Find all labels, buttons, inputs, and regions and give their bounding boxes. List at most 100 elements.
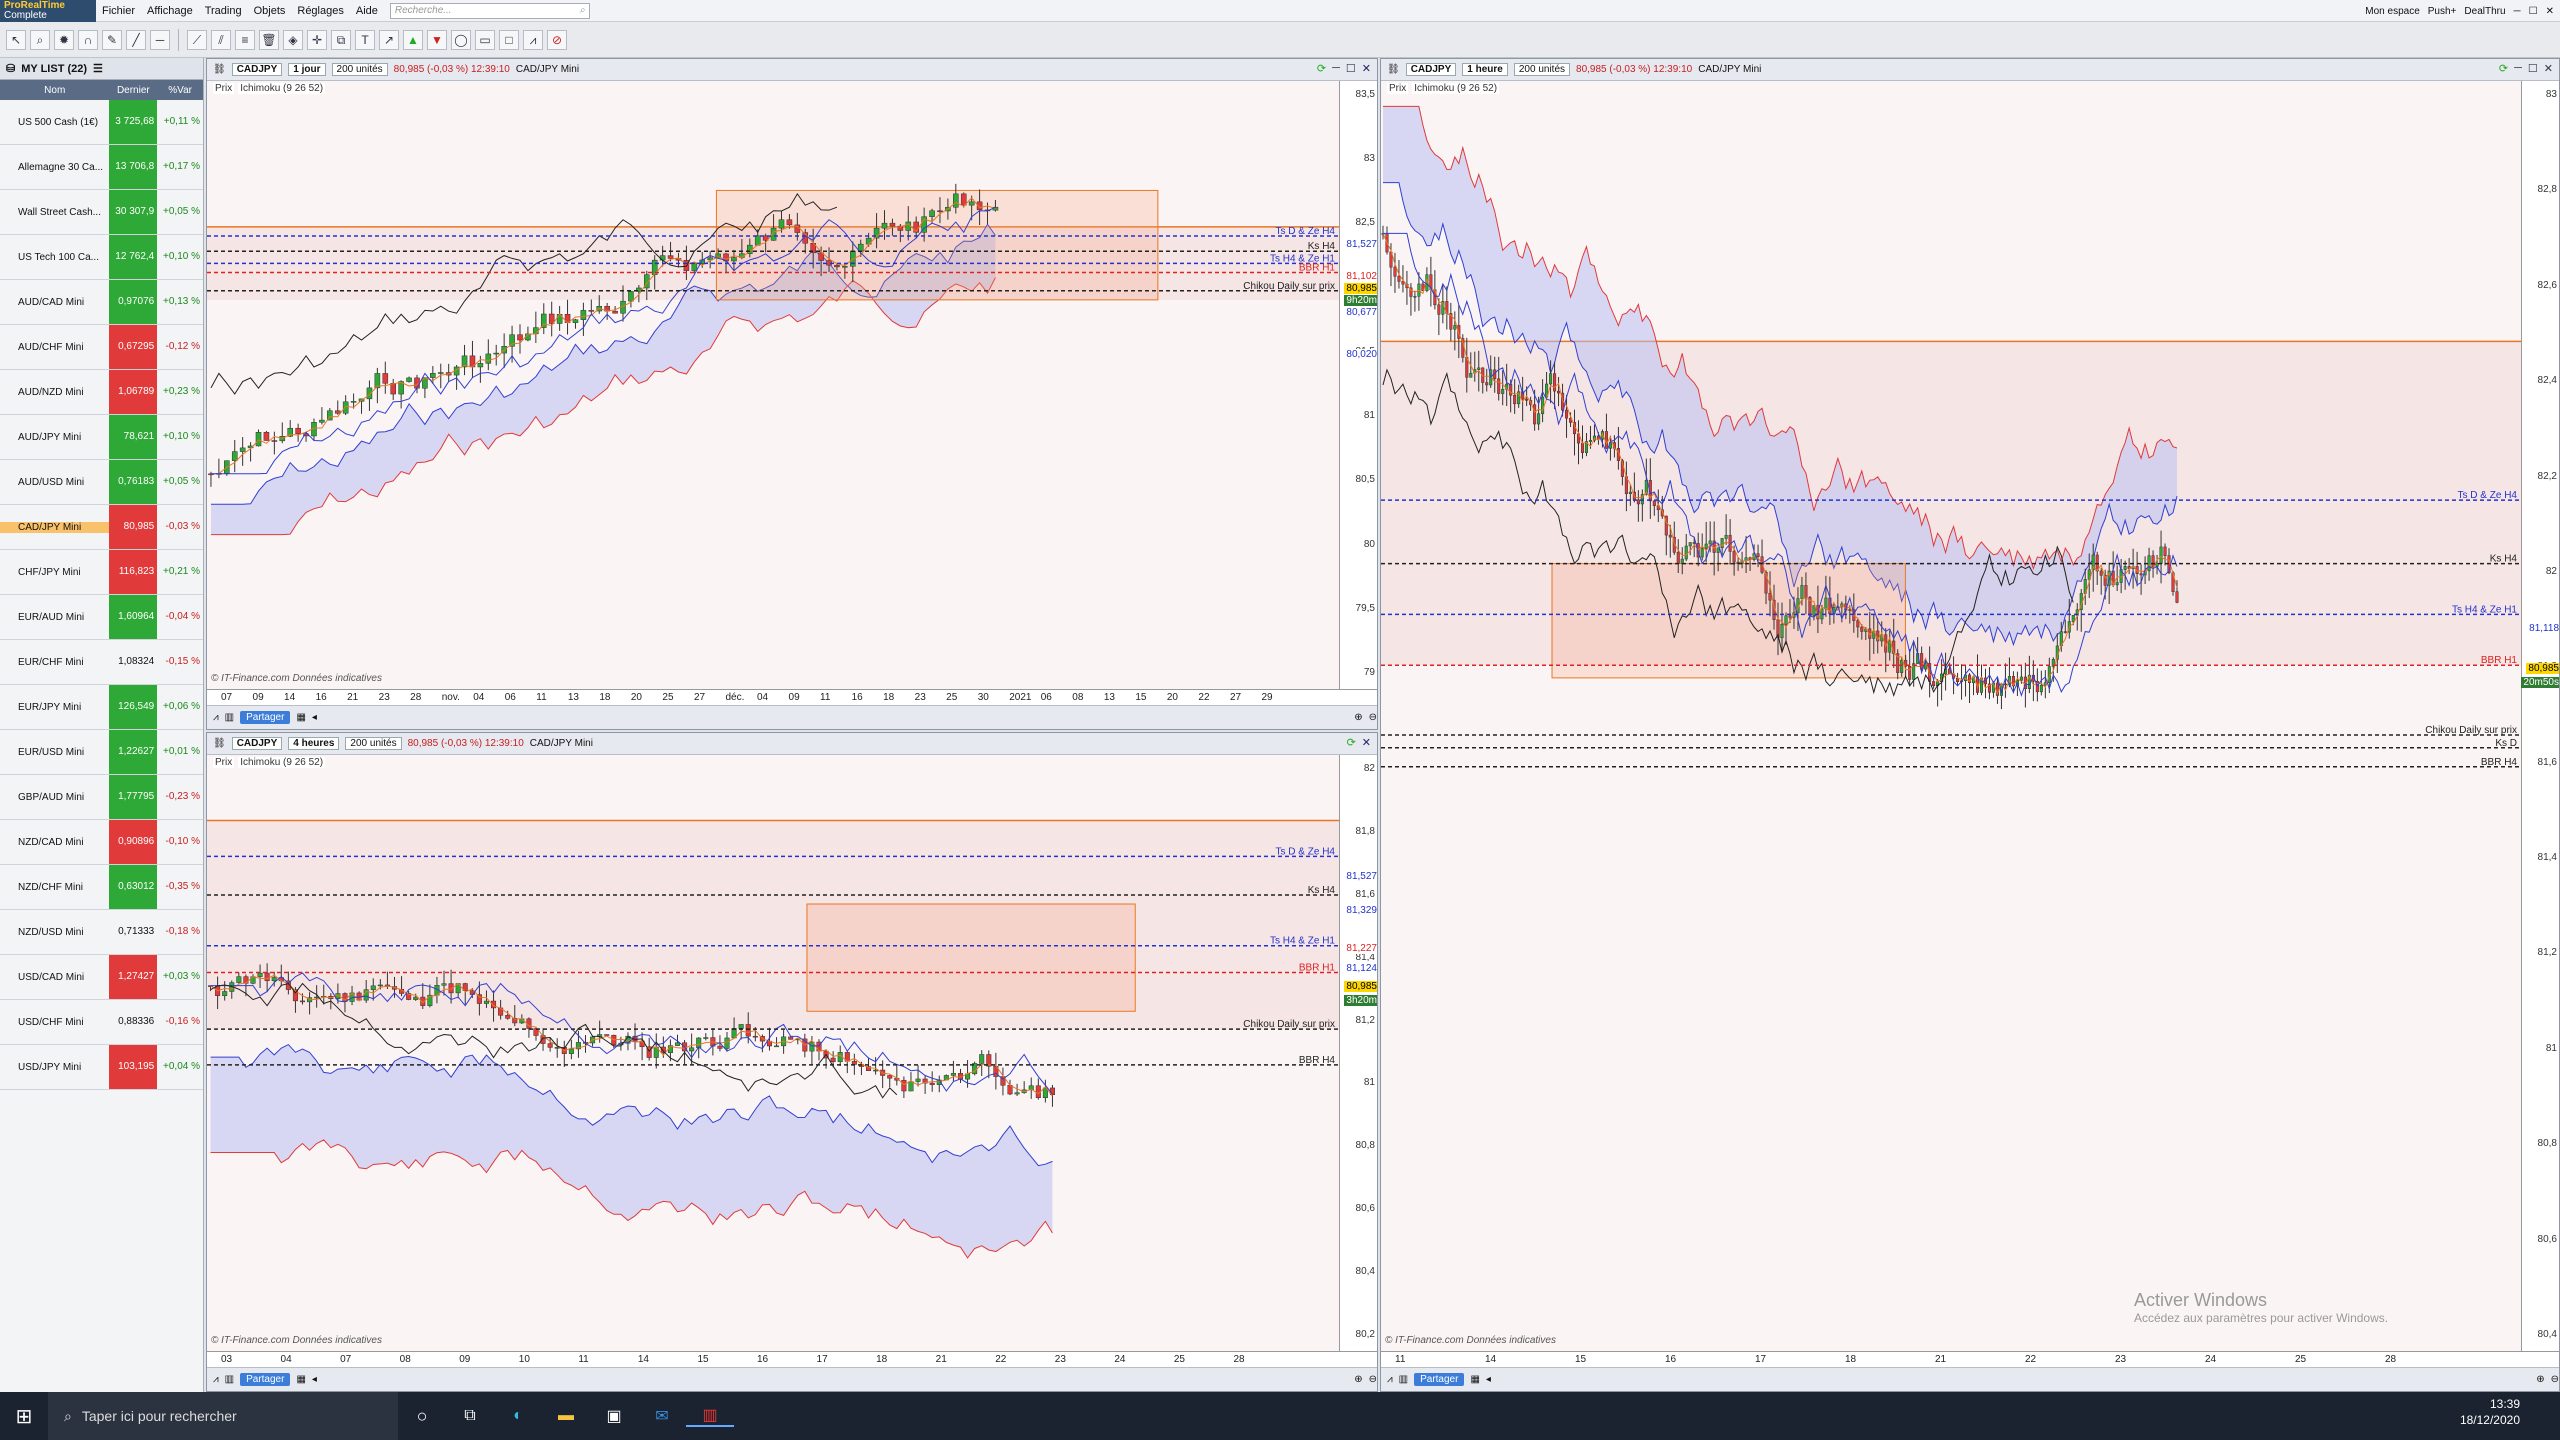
pencil-icon[interactable]: ✎ bbox=[102, 29, 122, 50]
up-arrow-icon[interactable]: ▲ bbox=[403, 29, 423, 50]
watchlist-row[interactable]: NZD/CHF Mini 0,63012 -0,35 % bbox=[0, 865, 203, 910]
mail-icon[interactable]: ✉ bbox=[638, 1406, 686, 1426]
units-select[interactable]: 200 unités bbox=[345, 737, 402, 750]
maximize-icon[interactable]: ☐ bbox=[1346, 62, 1356, 75]
chart-type-icon[interactable]: ▥ bbox=[225, 712, 234, 723]
minimize-icon[interactable]: ─ bbox=[1332, 62, 1340, 75]
watchlist-title[interactable]: MY LIST (22) bbox=[21, 63, 87, 75]
timeframe-select[interactable]: 1 heure bbox=[1462, 63, 1508, 76]
col-pct[interactable]: %Var bbox=[157, 85, 203, 96]
watchlist-row[interactable]: NZD/CAD Mini 0,90896 -0,10 % bbox=[0, 820, 203, 865]
x-axis-4h[interactable]: 03 04 07 08 09 10 11 14 15 16 17 18 21 22 23 24 25 28 bbox=[207, 1351, 1377, 1367]
indicator-price[interactable]: Prix bbox=[1387, 83, 1409, 94]
watchlist-row[interactable]: GBP/AUD Mini 1,77795 -0,23 % bbox=[0, 775, 203, 820]
search-icon[interactable]: ⌕ bbox=[579, 5, 585, 17]
refresh-icon[interactable]: ⟳ bbox=[1347, 736, 1356, 749]
link-icon[interactable]: ⛓ bbox=[213, 738, 226, 749]
watchlist-row[interactable]: EUR/AUD Mini 1,60964 -0,04 % bbox=[0, 595, 203, 640]
col-last[interactable]: Dernier bbox=[109, 85, 157, 96]
channel-tool-icon[interactable]: ⫽ bbox=[211, 29, 231, 50]
zoom-in-icon[interactable]: ⊕ bbox=[1354, 712, 1362, 723]
link-icon[interactable]: ⛓ bbox=[213, 64, 226, 75]
close-icon[interactable]: ✕ bbox=[1362, 736, 1371, 749]
prorealtime-taskbar-icon[interactable]: ▥ bbox=[686, 1405, 734, 1427]
hline-tool-icon[interactable]: ─ bbox=[150, 29, 170, 50]
mon-espace-link[interactable]: Mon espace bbox=[2365, 6, 2419, 17]
indicator-icon[interactable]: ⩘ bbox=[213, 1374, 219, 1385]
chart-type-icon[interactable]: ▥ bbox=[225, 1374, 234, 1385]
layout-icon[interactable]: ▦ bbox=[1470, 1374, 1479, 1385]
price-chart-4h[interactable]: Ts D & Ze H4 Ks H4 Ts H4 & Ze H1 BBR H1 Chik… bbox=[207, 755, 1339, 1351]
fibo-tool-icon[interactable]: ≡ bbox=[235, 29, 255, 50]
watchlist-row[interactable]: Wall Street Cash... 30 307,9 +0,05 % bbox=[0, 190, 203, 235]
watchlist-row[interactable]: Allemagne 30 Ca... 13 706,8 +0,17 % bbox=[0, 145, 203, 190]
y-axis-1h[interactable]: 8382,882,682,482,28281,881,681,481,28180… bbox=[2521, 81, 2559, 1351]
square-tool-icon[interactable]: □ bbox=[499, 29, 519, 50]
maximize-icon[interactable]: ☐ bbox=[2529, 6, 2538, 17]
watchlist-row[interactable]: AUD/CHF Mini 0,67295 -0,12 % bbox=[0, 325, 203, 370]
refresh-icon[interactable]: ⟳ bbox=[2499, 62, 2508, 75]
watchlist-row[interactable]: EUR/CHF Mini 1,08324 -0,15 % bbox=[0, 640, 203, 685]
watchlist-row[interactable]: CAD/JPY Mini 80,985 -0,03 % bbox=[0, 505, 203, 550]
alert-icon[interactable]: ✹ bbox=[54, 29, 74, 50]
share-button[interactable]: Partager bbox=[240, 1373, 291, 1386]
refresh-icon[interactable]: ⟳ bbox=[1317, 62, 1326, 75]
watchlist-row[interactable]: AUD/NZD Mini 1,06789 +0,23 % bbox=[0, 370, 203, 415]
zoom-out-icon[interactable]: ⊖ bbox=[1369, 1374, 1377, 1385]
indicator-price[interactable]: Prix bbox=[213, 757, 235, 768]
indicator-ichimoku[interactable]: Ichimoku (9 26 52) bbox=[238, 83, 326, 94]
clock-date[interactable]: 18/12/2020 bbox=[2460, 1412, 2520, 1428]
x-axis-daily[interactable]: 07 09 14 16 21 23 28 nov. 04 06 11 13 18 20 25 27 déc. 04… bbox=[207, 689, 1377, 705]
zoom-out-icon[interactable]: ⊖ bbox=[2551, 1374, 2559, 1385]
units-select[interactable]: 200 unités bbox=[331, 63, 388, 76]
indicator-icon[interactable]: ⩘ bbox=[1387, 1374, 1393, 1385]
clock-time[interactable]: 13:39 bbox=[2460, 1396, 2520, 1412]
watchlist-row[interactable]: US Tech 100 Ca... 12 762,4 +0,10 % bbox=[0, 235, 203, 280]
cross-tool-icon[interactable]: ✛ bbox=[307, 29, 327, 50]
zoom-icon[interactable]: ⌕ bbox=[30, 29, 50, 50]
menu-help[interactable]: Aide bbox=[350, 5, 384, 17]
col-name[interactable]: Nom bbox=[0, 85, 109, 96]
timeframe-select[interactable]: 1 jour bbox=[288, 63, 326, 76]
magnet-icon[interactable]: ∩ bbox=[78, 29, 98, 50]
watchlist-row[interactable]: US 500 Cash (1€) 3 725,68 +0,11 % bbox=[0, 100, 203, 145]
maximize-icon[interactable]: ☐ bbox=[2528, 62, 2538, 75]
push-link[interactable]: Push+ bbox=[2428, 6, 2457, 17]
task-view-icon[interactable]: ⧉ bbox=[446, 1407, 494, 1425]
watchlist-row[interactable]: CHF/JPY Mini 116,823 +0,21 % bbox=[0, 550, 203, 595]
watchlist-row[interactable]: AUD/CAD Mini 0,97076 +0,13 % bbox=[0, 280, 203, 325]
file-explorer-icon[interactable]: ▬ bbox=[542, 1407, 590, 1425]
text-tool-icon[interactable]: T bbox=[355, 29, 375, 50]
close-icon[interactable]: ✕ bbox=[1362, 62, 1371, 75]
menu-file[interactable]: Fichier bbox=[96, 5, 141, 17]
windows-start-icon[interactable]: ⊞ bbox=[0, 1404, 48, 1429]
scroll-left-icon[interactable]: ◂ bbox=[1486, 1374, 1491, 1385]
scroll-left-icon[interactable]: ◂ bbox=[312, 1374, 317, 1385]
watchlist-row[interactable]: NZD/USD Mini 0,71333 -0,18 % bbox=[0, 910, 203, 955]
indicator-price[interactable]: Prix bbox=[213, 83, 235, 94]
delete-all-icon[interactable]: ⊘ bbox=[547, 29, 567, 50]
watchlist-row[interactable]: EUR/JPY Mini 126,549 +0,06 % bbox=[0, 685, 203, 730]
share-button[interactable]: Partager bbox=[240, 711, 291, 724]
share-button[interactable]: Partager bbox=[1414, 1373, 1465, 1386]
zoom-in-icon[interactable]: ⊕ bbox=[2536, 1374, 2544, 1385]
y-axis-daily[interactable]: 83,58382,58281,58180,58079,57981,52781,1… bbox=[1339, 81, 1377, 689]
watchlist-menu-icon[interactable]: ☰ bbox=[93, 62, 103, 75]
watchlist-row[interactable]: USD/JPY Mini 103,195 +0,04 % bbox=[0, 1045, 203, 1090]
units-select[interactable]: 200 unités bbox=[1513, 63, 1571, 76]
menu-view[interactable]: Affichage bbox=[141, 5, 199, 17]
menu-objects[interactable]: Objets bbox=[248, 5, 292, 17]
link-icon[interactable]: ⛓ bbox=[1387, 64, 1400, 75]
store-icon[interactable]: ▣ bbox=[590, 1406, 638, 1426]
dealthru-link[interactable]: DealThru bbox=[2464, 6, 2505, 17]
watchlist-row[interactable]: USD/CAD Mini 1,27427 +0,03 % bbox=[0, 955, 203, 1000]
search-input[interactable]: Recherche... ⌕ bbox=[389, 2, 590, 19]
arrow-tool-icon[interactable]: ↗ bbox=[379, 29, 399, 50]
indicator-ichimoku[interactable]: Ichimoku (9 26 52) bbox=[238, 757, 326, 768]
paint-icon[interactable]: ◈ bbox=[283, 29, 303, 50]
ellipse-tool-icon[interactable]: ◯ bbox=[451, 29, 471, 50]
edge-icon[interactable]: ◐ bbox=[494, 1407, 542, 1425]
chart-type-icon[interactable]: ▥ bbox=[1399, 1374, 1408, 1385]
indicator-ichimoku[interactable]: Ichimoku (9 26 52) bbox=[1412, 83, 1500, 94]
symbol-select[interactable]: CADJPY bbox=[231, 737, 283, 750]
